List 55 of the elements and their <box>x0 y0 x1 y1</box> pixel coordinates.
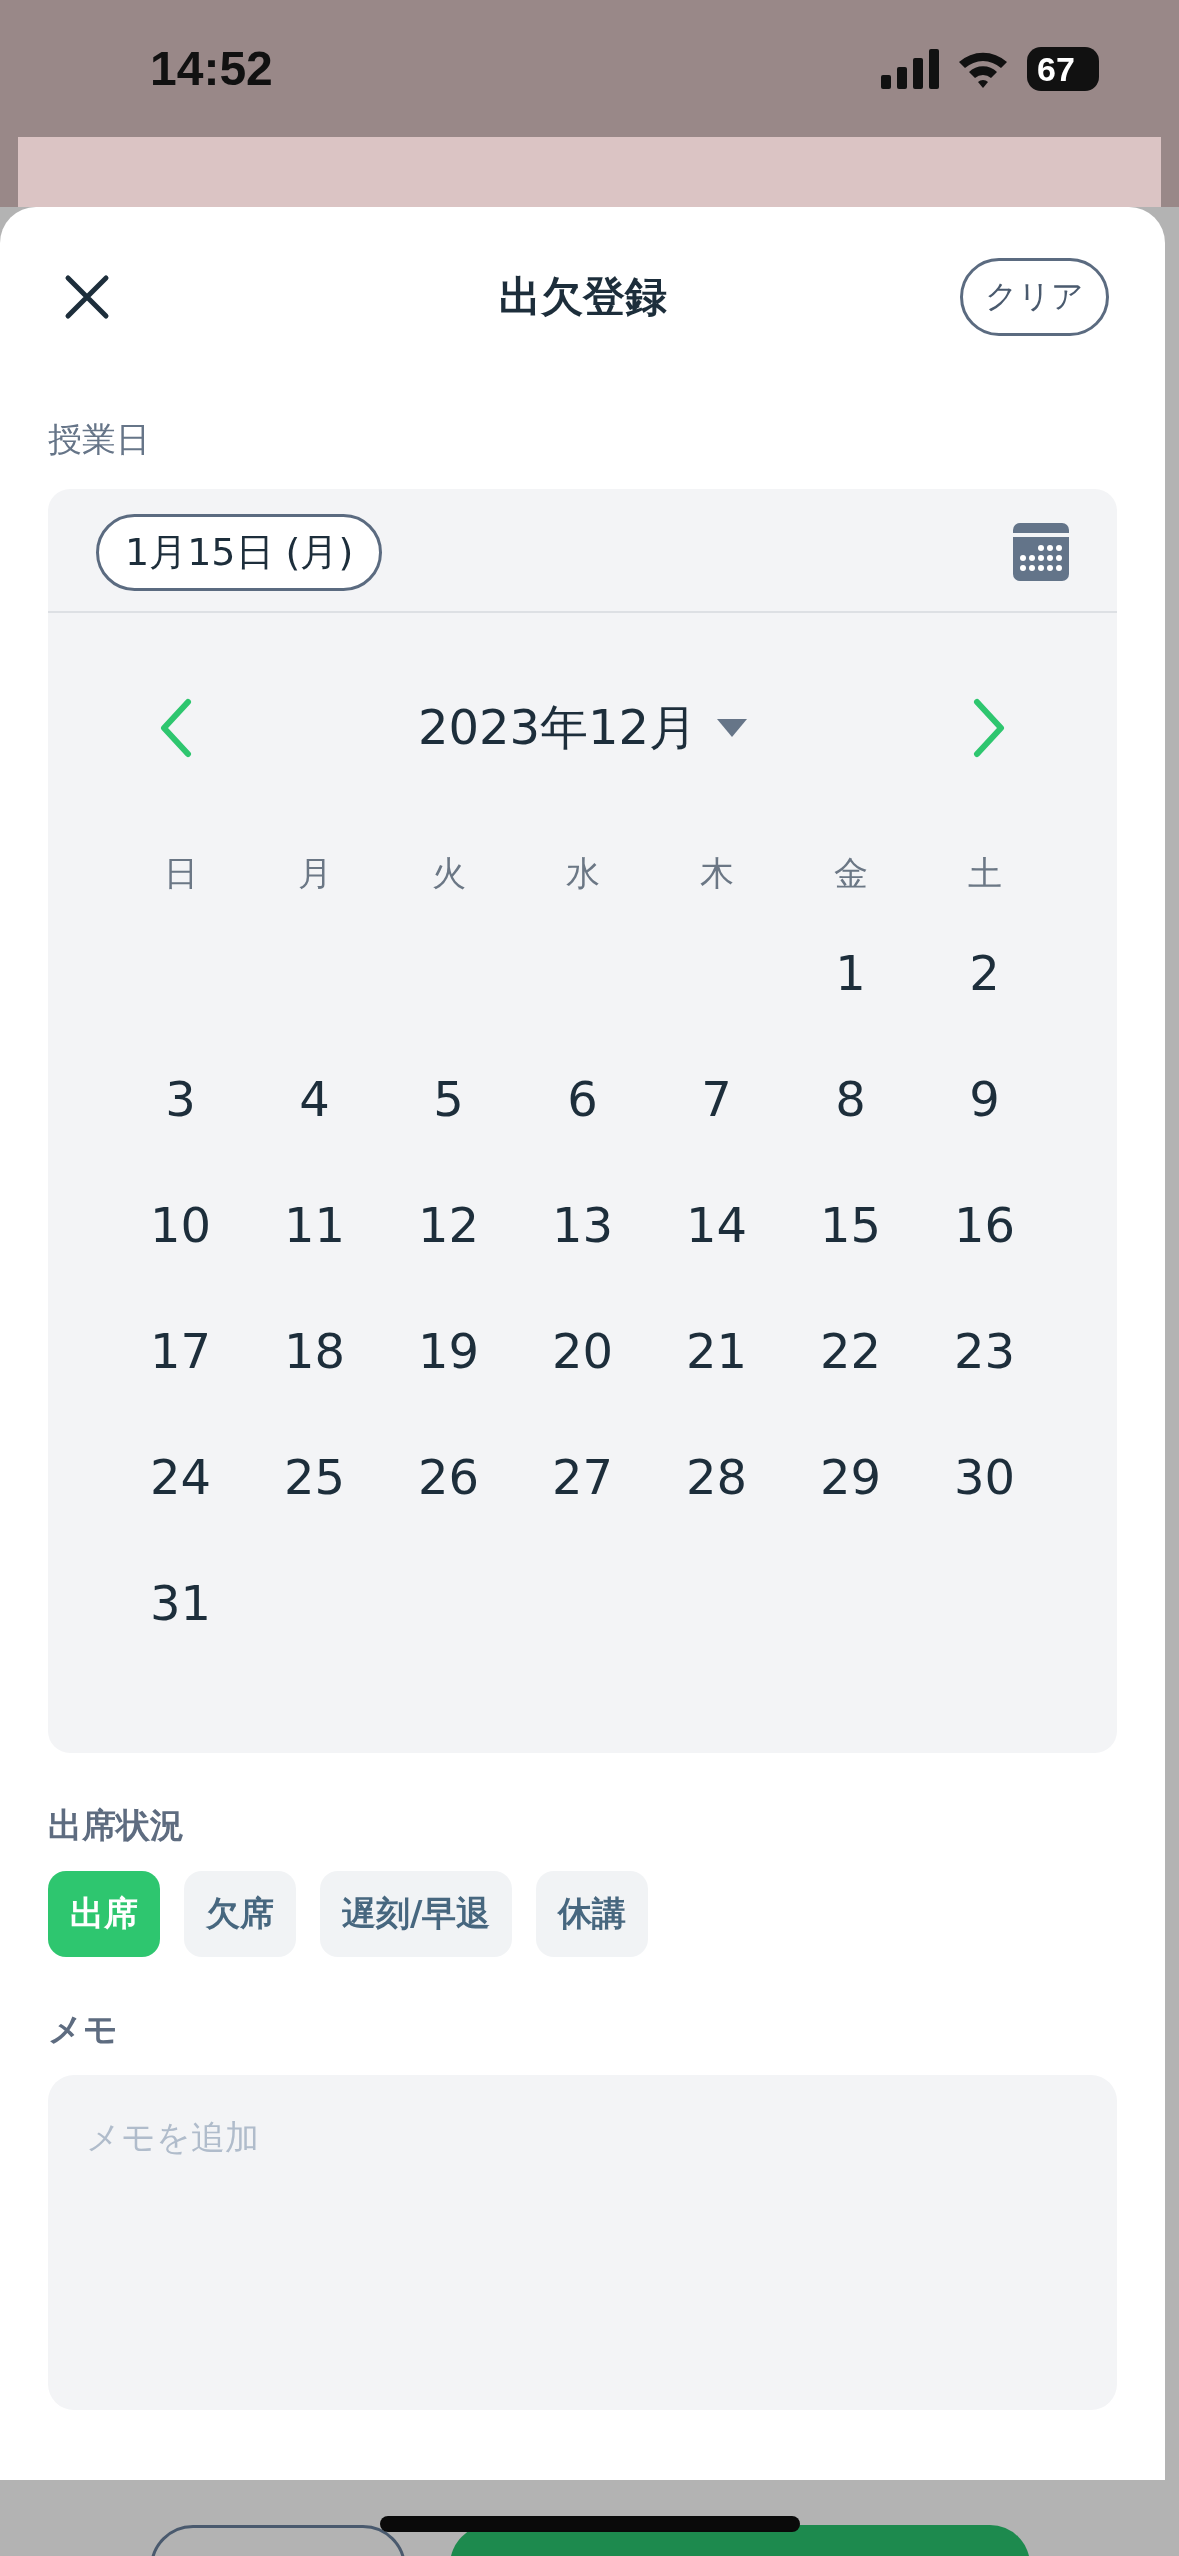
calendar-day[interactable]: 18 <box>283 1321 346 1381</box>
weekday-label: 日 <box>163 853 198 893</box>
status-chip[interactable]: 欠席 <box>184 1871 296 1957</box>
sheet-title: 出欠登録 <box>498 271 667 323</box>
calendar-day[interactable]: 10 <box>149 1195 212 1255</box>
calendar-day[interactable]: 6 <box>567 1069 598 1129</box>
calendar-day[interactable]: 30 <box>953 1447 1016 1507</box>
section-label: 出席状況 <box>48 1805 184 1845</box>
calendar-day[interactable]: 25 <box>283 1447 346 1507</box>
weekday-label: 木 <box>699 853 734 893</box>
calendar-day[interactable]: 2 <box>969 943 1000 1003</box>
calendar-day[interactable]: 16 <box>953 1195 1016 1255</box>
weekday-label: 月 <box>297 853 332 893</box>
section-label: メモ <box>48 2009 118 2049</box>
weekday-label: 水 <box>565 853 600 893</box>
calendar-day[interactable]: 29 <box>819 1447 882 1507</box>
calendar-day[interactable]: 15 <box>819 1195 882 1255</box>
calendar-day[interactable]: 13 <box>551 1195 614 1255</box>
date-chip[interactable]: 1月15日 (月) <box>96 513 383 591</box>
status-time: 14:52 <box>150 41 273 96</box>
calendar-day[interactable]: 8 <box>835 1069 866 1129</box>
calendar-icon[interactable] <box>1013 523 1069 581</box>
calendar-day[interactable]: 12 <box>417 1195 480 1255</box>
calendar-day[interactable]: 31 <box>149 1573 212 1633</box>
calendar-day[interactable]: 24 <box>149 1447 212 1507</box>
calendar-day[interactable]: 20 <box>551 1321 614 1381</box>
calendar-day[interactable]: 28 <box>685 1447 748 1507</box>
calendar-day[interactable]: 26 <box>417 1447 480 1507</box>
calendar-day[interactable]: 9 <box>969 1069 1000 1129</box>
calendar-day[interactable]: 11 <box>283 1195 346 1255</box>
calendar-day[interactable]: 7 <box>701 1069 732 1129</box>
battery-level: 67 <box>1027 46 1099 91</box>
calendar-day[interactable]: 5 <box>433 1069 464 1129</box>
caret-icon <box>717 719 748 737</box>
calendar-day[interactable]: 14 <box>685 1195 748 1255</box>
memo-field[interactable]: メモを追加 <box>48 2075 1117 2410</box>
calendar-day[interactable]: 23 <box>953 1321 1016 1381</box>
close-icon[interactable] <box>64 274 110 320</box>
section-label: 授業日 <box>48 419 150 459</box>
month-selector[interactable]: 2023年12月 <box>411 695 754 761</box>
calendar-day[interactable]: 27 <box>551 1447 614 1507</box>
calendar-day[interactable]: 19 <box>417 1321 480 1381</box>
calendar-day[interactable]: 17 <box>149 1321 212 1381</box>
calendar-day[interactable]: 3 <box>165 1069 196 1129</box>
calendar-day[interactable]: 22 <box>819 1321 882 1381</box>
weekday-label: 土 <box>967 853 1002 893</box>
status-chip[interactable]: 休講 <box>536 1871 649 1957</box>
calendar-day[interactable]: 21 <box>685 1321 748 1381</box>
calendar-day[interactable]: 4 <box>299 1069 330 1129</box>
weekday-label: 金 <box>833 853 868 893</box>
signal-icon <box>881 48 939 89</box>
weekday-label: 火 <box>431 853 466 893</box>
clear-button[interactable]: クリア <box>960 258 1109 336</box>
calendar-day[interactable]: 1 <box>835 943 866 1003</box>
status-chip[interactable]: 遅刻/早退 <box>320 1871 513 1957</box>
